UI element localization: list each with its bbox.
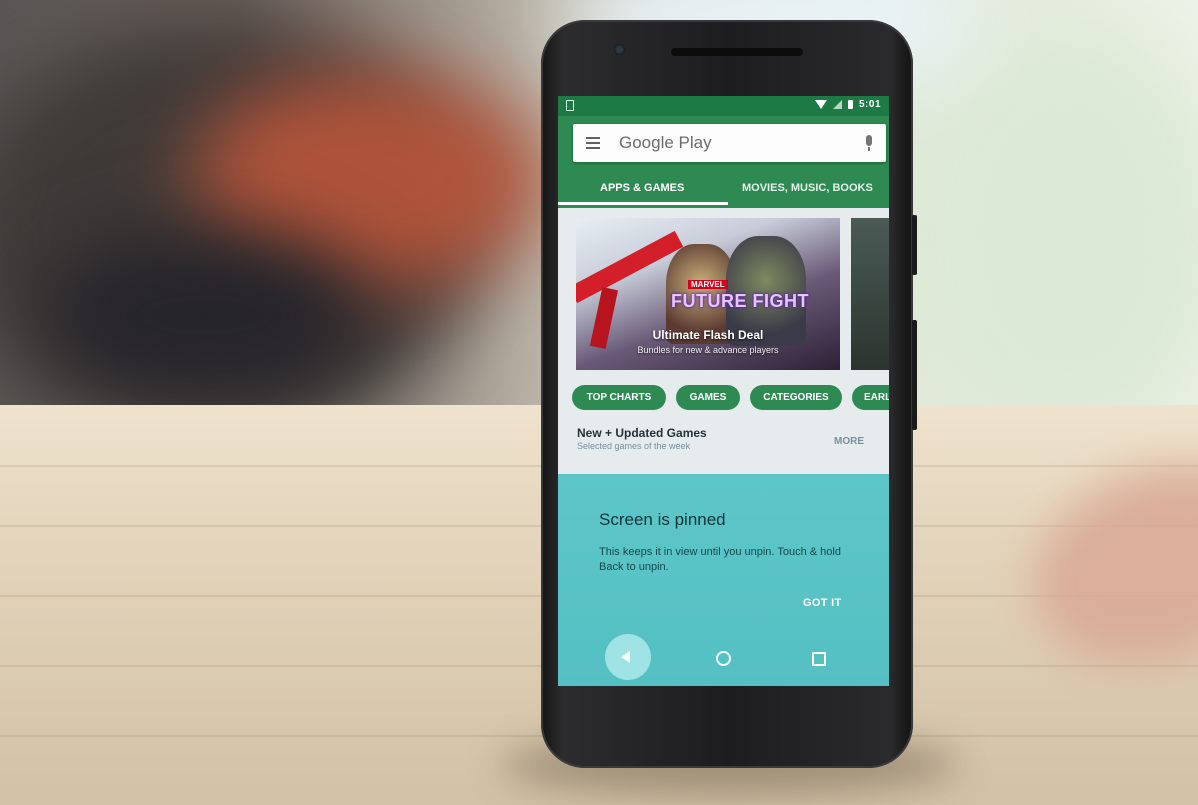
chip-early-access[interactable]: EARL xyxy=(852,385,889,410)
nav-bar xyxy=(558,628,889,686)
notification-icon xyxy=(566,100,574,111)
status-bar: 5:01 xyxy=(558,96,889,116)
front-camera xyxy=(614,44,625,55)
volume-button[interactable] xyxy=(912,320,917,430)
mic-icon[interactable] xyxy=(866,135,872,151)
section-title: New + Updated Games xyxy=(577,426,707,440)
home-icon[interactable] xyxy=(716,651,731,666)
chip-games[interactable]: GAMES xyxy=(676,385,740,410)
tab-movies-music-books[interactable]: MOVIES, MUSIC, BOOKS xyxy=(742,182,873,194)
banner-subtitle: Bundles for new & advance players xyxy=(637,345,779,355)
brand-logo: MARVEL xyxy=(688,280,728,289)
chip-top-charts[interactable]: TOP CHARTS xyxy=(572,385,666,410)
play-app-bar: Google Play APPS & GAMES MOVIES, MUSIC, … xyxy=(558,116,889,208)
promo-banner[interactable]: MARVEL FUTURE FIGHT Ultimate Flash Deal … xyxy=(576,218,840,370)
dialog-body: This keeps it in view until you unpin. T… xyxy=(599,546,841,573)
battery-icon xyxy=(847,100,853,109)
status-time: 5:01 xyxy=(858,99,881,110)
dialog-title: Screen is pinned xyxy=(599,510,726,529)
power-button[interactable] xyxy=(912,215,917,275)
tab-indicator xyxy=(558,202,728,205)
menu-icon[interactable] xyxy=(586,137,600,149)
got-it-button[interactable]: GOT IT xyxy=(803,597,841,609)
category-chips: TOP CHARTS GAMES CATEGORIES EARL xyxy=(572,385,889,411)
search-placeholder[interactable]: Google Play xyxy=(619,133,712,153)
search-bar[interactable]: Google Play xyxy=(573,124,886,162)
more-button[interactable]: MORE xyxy=(834,436,864,447)
signal-icon xyxy=(832,100,842,109)
tab-apps-games[interactable]: APPS & GAMES xyxy=(600,182,684,194)
next-banner-peek[interactable] xyxy=(851,218,889,370)
banner-title: Ultimate Flash Deal xyxy=(652,328,764,342)
wifi-icon xyxy=(814,100,827,109)
recents-icon[interactable] xyxy=(812,652,826,666)
chip-categories[interactable]: CATEGORIES xyxy=(750,385,842,410)
earpiece-speaker xyxy=(671,48,803,56)
game-logo: FUTURE FIGHT xyxy=(671,291,809,311)
phone-screen: 5:01 Google Play APPS & GAMES MOVIES, MU… xyxy=(558,96,889,686)
section-subtitle: Selected games of the week xyxy=(577,441,691,451)
back-icon[interactable] xyxy=(621,651,630,663)
store-content: MARVEL FUTURE FIGHT Ultimate Flash Deal … xyxy=(558,208,889,478)
